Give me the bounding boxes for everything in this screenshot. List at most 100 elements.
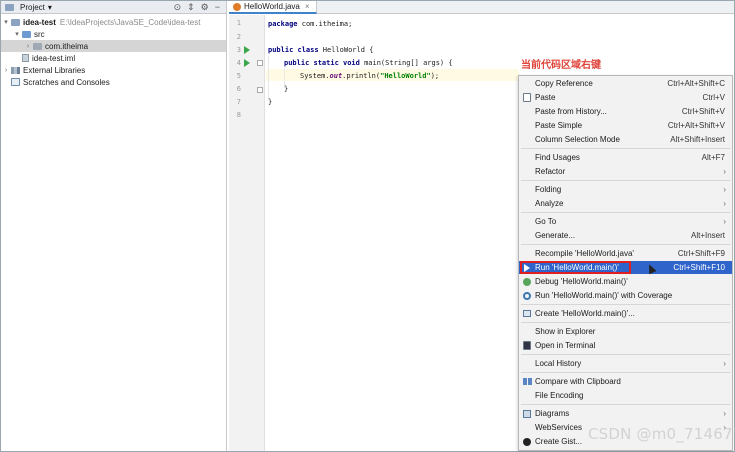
tab-label: HelloWorld.java	[244, 2, 300, 11]
menu-item-paste[interactable]: Paste Ctrl+V	[519, 91, 732, 104]
hide-icon[interactable]: −	[215, 2, 220, 13]
menu-item-show-in-explorer[interactable]: Show in Explorer	[519, 325, 732, 338]
chevron-down-icon[interactable]: ▾	[12, 30, 22, 38]
tree-item-package[interactable]: › com.itheima	[1, 40, 226, 52]
code-line-4: public static void main(String[] args) {	[284, 59, 453, 67]
tree-item-label: idea-test	[23, 17, 56, 27]
project-panel: Project ▾ ⊙ ⇕ ⚙ − ▾ idea-test E:\IdeaPro…	[1, 1, 227, 451]
line-number: 2	[236, 33, 241, 41]
chevron-right-icon: ›	[723, 167, 726, 176]
project-panel-header: Project ▾ ⊙ ⇕ ⚙ −	[1, 1, 226, 14]
menu-item-run-with-coverage[interactable]: Run 'HelloWorld.main()' with Coverage	[519, 289, 732, 302]
fold-icon[interactable]	[257, 60, 263, 66]
menu-item-paste-simple[interactable]: Paste Simple Ctrl+Alt+Shift+V	[519, 119, 732, 132]
watermark: CSDN @m0_71467744	[588, 425, 735, 443]
collapse-all-icon[interactable]: ⇕	[187, 2, 195, 13]
menu-item-go-to[interactable]: Go To ›	[519, 215, 732, 228]
chevron-down-icon: ▾	[47, 2, 52, 12]
code-line-3: public class HelloWorld {	[268, 46, 374, 54]
tree-item-label: Scratches and Consoles	[23, 77, 110, 87]
tree-item-label: com.itheima	[45, 41, 89, 51]
line-number: 7	[236, 98, 241, 106]
chevron-right-icon: ›	[723, 185, 726, 194]
code-line-5: System.out.println("HelloWorld");	[300, 72, 440, 80]
run-config-icon	[523, 310, 531, 317]
clipboard-icon	[523, 93, 531, 102]
context-menu: Copy Reference Ctrl+Alt+Shift+C Paste Ctrl…	[518, 75, 733, 451]
menu-separator	[521, 322, 730, 323]
tree-item-idea-test[interactable]: ▾ idea-test E:\IdeaProjects\JavaSE_Code\…	[1, 16, 226, 28]
chevron-right-icon[interactable]: ›	[1, 67, 11, 74]
source-folder-icon	[22, 30, 31, 38]
menu-separator	[521, 244, 730, 245]
menu-item-generate[interactable]: Generate... Alt+Insert	[519, 229, 732, 242]
scratches-icon	[11, 78, 20, 86]
menu-item-compare-with-clipboard[interactable]: Compare with Clipboard	[519, 375, 732, 388]
package-icon	[33, 42, 42, 50]
menu-item-diagrams[interactable]: Diagrams ›	[519, 407, 732, 420]
menu-item-open-in-terminal[interactable]: Open in Terminal	[519, 339, 732, 352]
coverage-icon	[523, 291, 531, 300]
code-line-7: }	[268, 98, 273, 106]
menu-item-run[interactable]: Run 'HelloWorld.main()' Ctrl+Shift+F10	[519, 261, 732, 275]
compare-icon	[522, 378, 532, 385]
gear-icon[interactable]: ⚙	[201, 2, 209, 13]
library-icon	[11, 66, 20, 74]
menu-separator	[521, 304, 730, 305]
menu-item-local-history[interactable]: Local History ›	[519, 357, 732, 370]
line-number: 8	[236, 111, 241, 119]
menu-item-file-encoding[interactable]: File Encoding	[519, 389, 732, 402]
line-number: 3	[236, 46, 241, 54]
menu-item-find-usages[interactable]: Find Usages Alt+F7	[519, 151, 732, 164]
line-number: 6	[236, 85, 241, 93]
tab-helloworld-java[interactable]: HelloWorld.java ×	[229, 1, 317, 14]
diagram-icon	[523, 409, 531, 418]
run-method-icon[interactable]	[244, 59, 250, 67]
tree-item-external-libraries[interactable]: › External Libraries	[1, 64, 226, 76]
run-icon	[524, 263, 530, 272]
menu-item-analyze[interactable]: Analyze ›	[519, 197, 732, 210]
tree-item-iml[interactable]: idea-test.iml	[1, 52, 226, 64]
tree-item-label: src	[34, 29, 45, 39]
fold-icon[interactable]	[257, 87, 263, 93]
tree-item-label: idea-test.iml	[32, 53, 76, 63]
menu-item-recompile[interactable]: Recompile 'HelloWorld.java' Ctrl+Shift+F9	[519, 247, 732, 260]
tree-item-scratches[interactable]: Scratches and Consoles	[1, 76, 226, 88]
menu-item-column-selection-mode[interactable]: Column Selection Mode Alt+Shift+Insert	[519, 133, 732, 146]
menu-item-debug[interactable]: Debug 'HelloWorld.main()'	[519, 275, 732, 288]
project-folder-icon	[5, 3, 14, 11]
menu-item-paste-from-history[interactable]: Paste from History... Ctrl+Shift+V	[519, 105, 732, 118]
chevron-down-icon[interactable]: ▾	[1, 18, 11, 26]
code-line-6: }	[284, 85, 289, 93]
menu-separator	[521, 372, 730, 373]
tree-item-src[interactable]: ▾ src	[1, 28, 226, 40]
project-view-selector[interactable]: Project ▾	[5, 3, 52, 12]
terminal-icon	[523, 341, 531, 350]
github-icon	[523, 437, 531, 446]
chevron-right-icon: ›	[723, 217, 726, 226]
menu-item-create-run-config[interactable]: Create 'HelloWorld.main()'...	[519, 307, 732, 320]
project-panel-title: Project	[20, 2, 45, 12]
indent-guide	[268, 56, 269, 100]
line-number: 5	[236, 72, 241, 80]
code-line-1: package com.itheima;	[268, 20, 353, 28]
menu-item-refactor[interactable]: Refactor ›	[519, 165, 732, 178]
menu-separator	[521, 180, 730, 181]
menu-separator	[521, 404, 730, 405]
editor-tab-bar: HelloWorld.java ×	[229, 1, 734, 14]
file-icon	[22, 54, 29, 62]
chevron-right-icon[interactable]: ›	[23, 43, 33, 50]
menu-item-folding[interactable]: Folding ›	[519, 183, 732, 196]
line-number: 1	[236, 19, 241, 27]
menu-separator	[521, 212, 730, 213]
menu-separator	[521, 354, 730, 355]
editor-gutter: 1 2 3 4 5 6 7 8	[229, 15, 265, 451]
chevron-right-icon: ›	[723, 409, 726, 418]
chevron-right-icon: ›	[723, 199, 726, 208]
java-class-icon	[233, 2, 241, 11]
close-icon[interactable]: ×	[305, 2, 310, 11]
debug-icon	[523, 277, 531, 286]
locate-icon[interactable]: ⊙	[174, 2, 182, 13]
menu-item-copy-reference[interactable]: Copy Reference Ctrl+Alt+Shift+C	[519, 77, 732, 90]
run-class-icon[interactable]	[244, 46, 250, 54]
